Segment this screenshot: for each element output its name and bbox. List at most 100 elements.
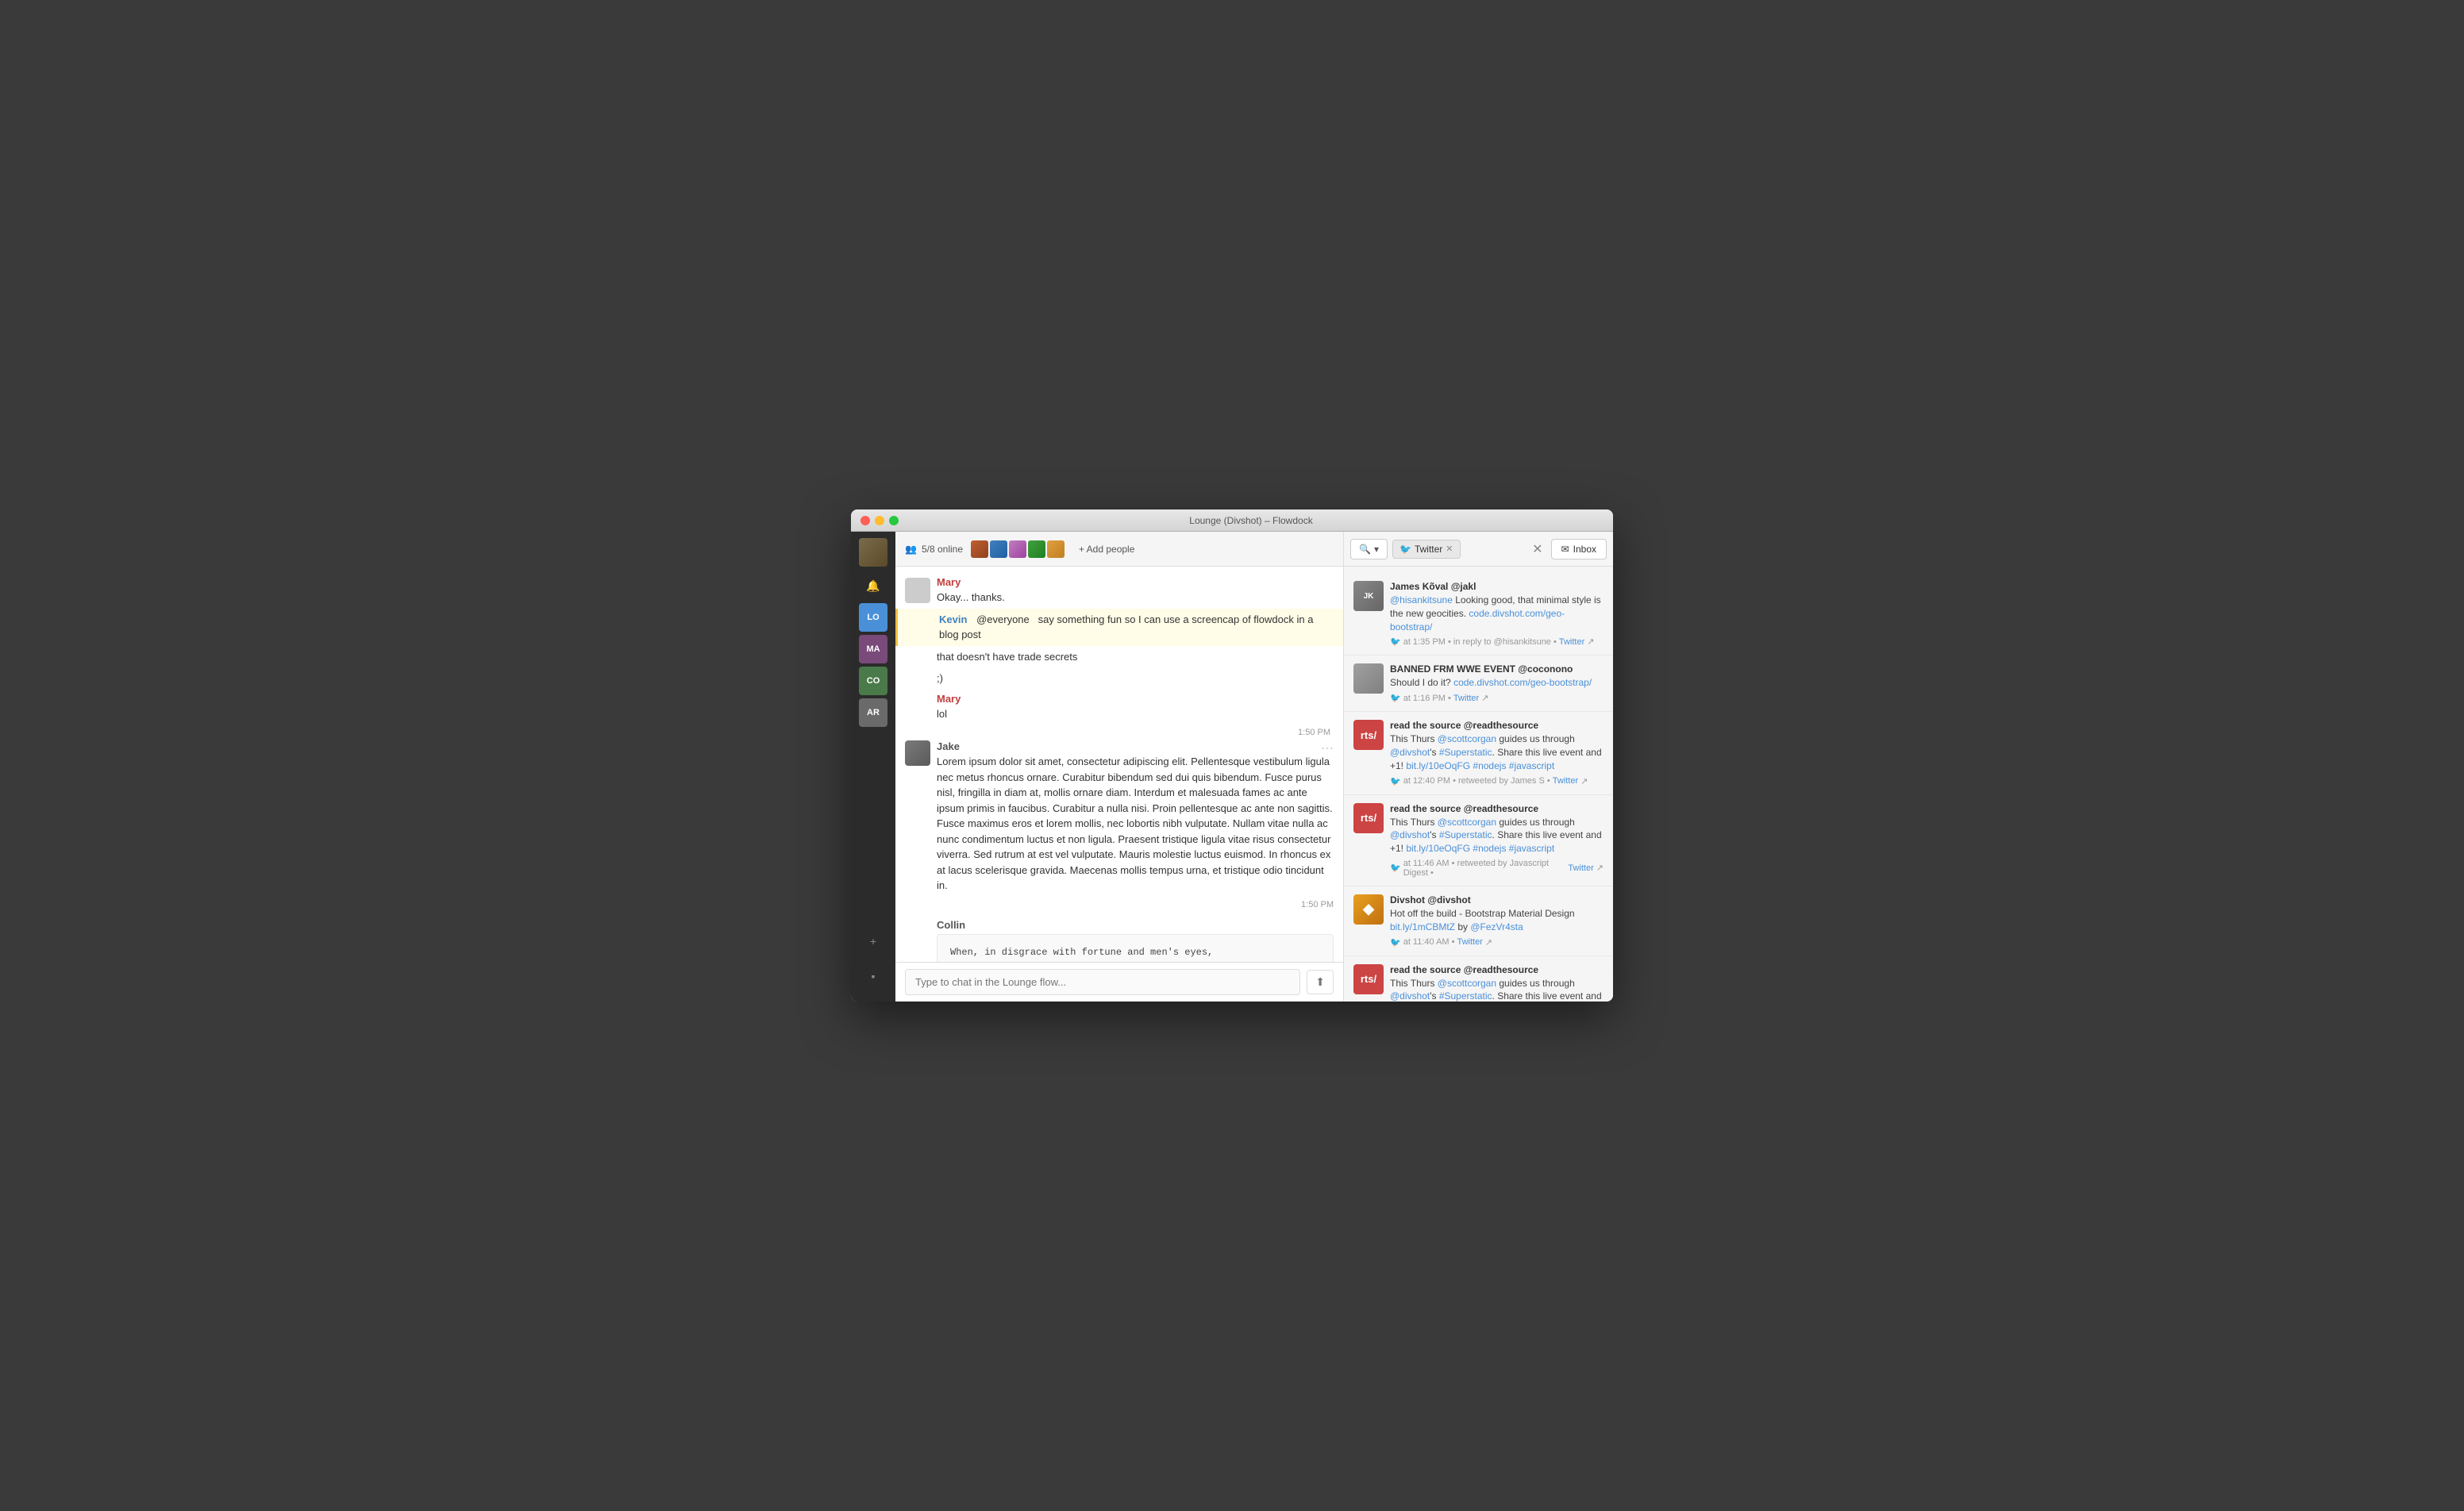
message-body: Mary lol	[937, 693, 1334, 722]
message-text: Okay... thanks.	[937, 590, 1334, 606]
avatar	[905, 578, 930, 603]
external-link-icon: ↗	[1580, 776, 1588, 786]
tweet-text: Hot off the build - Bootstrap Material D…	[1390, 907, 1604, 934]
maximize-button[interactable]	[889, 516, 899, 525]
twitter-feed: JK James Kõval @jakl @hisankitsune Looki…	[1344, 567, 1613, 1002]
tweet-meta: 🐦 at 1:16 PM • Twitter ↗	[1390, 693, 1604, 703]
member-avatar-3	[1009, 540, 1026, 558]
mention: @hisankitsune	[1390, 594, 1453, 606]
send-button[interactable]: ⬆	[1307, 970, 1334, 994]
twitter-panel: 🔍 ▾ 🐦 Twitter ✕ ✕ ✉ Inbox	[1343, 532, 1613, 1002]
message-text: @everyone say something fun so I can use…	[939, 613, 1313, 641]
members-info: 👥 5/8 online	[905, 544, 963, 555]
members-avatars	[971, 540, 1065, 558]
more-options-icon[interactable]: ⋯	[1321, 740, 1334, 756]
tweet-body: read the source @readthesource This Thur…	[1390, 964, 1604, 1002]
twitter-source-link[interactable]: Twitter	[1457, 937, 1483, 947]
external-link-icon: ↗	[1587, 636, 1594, 647]
twitter-source-link[interactable]: Twitter	[1453, 694, 1479, 703]
square-icon: ▪	[872, 970, 876, 982]
table-row: ;)	[895, 667, 1343, 690]
twitter-bird-small: 🐦	[1399, 544, 1411, 555]
tweet-username: read the source @readthesource	[1390, 720, 1604, 731]
chat-input-area: ⬆	[895, 962, 1343, 1002]
member-avatar-5	[1047, 540, 1065, 558]
tweet-link[interactable]: bit.ly/10eOqFG	[1406, 760, 1470, 771]
message-time: 1:50 PM	[1301, 900, 1334, 909]
table-row: that doesn't have trade secrets	[895, 646, 1343, 668]
twitter-source-link[interactable]: Twitter	[1568, 863, 1593, 873]
window-controls	[860, 516, 899, 525]
sidebar-bottom: + ▪	[859, 925, 887, 998]
member-avatar-2	[990, 540, 1007, 558]
twitter-source-link[interactable]: Twitter	[1553, 776, 1578, 786]
table-row: 1:50 PM Collin When, in disgrace with fo…	[895, 897, 1343, 963]
external-link-icon: ↗	[1481, 693, 1488, 703]
list-item: rts/ read the source @readthesource This…	[1344, 712, 1613, 794]
avatar-image	[859, 538, 887, 567]
tweet-link[interactable]: bit.ly/1mCBMtZ	[1390, 921, 1455, 932]
tweet-time: at 1:16 PM •	[1403, 694, 1451, 703]
add-people-button[interactable]: + Add people	[1072, 540, 1141, 558]
twitter-bird-icon: 🐦	[1390, 693, 1401, 703]
app-body: 🔔 LO MA CO AR + ▪	[851, 532, 1613, 1002]
tweet-username: read the source @readthesource	[1390, 803, 1604, 814]
tweet-username: read the source @readthesource	[1390, 964, 1604, 975]
list-item: BANNED FRM WWE EVENT @coconono Should I …	[1344, 656, 1613, 712]
list-item: ◆ Divshot @divshot Hot off the build - B…	[1344, 886, 1613, 956]
search-button[interactable]: 🔍 ▾	[1350, 539, 1388, 559]
table-row: Mary lol	[895, 690, 1343, 725]
message-sender: Jake	[937, 740, 1334, 752]
tweet-link[interactable]: code.divshot.com/geo-bootstrap/	[1453, 677, 1592, 688]
chat-area: 👥 5/8 online + Add people	[895, 532, 1343, 1002]
members-count: 5/8 online	[922, 544, 963, 555]
message-text: lol	[937, 706, 1334, 722]
message-body: that doesn't have trade secrets	[937, 649, 1334, 665]
user-avatar[interactable]	[859, 538, 887, 567]
poetry-block: When, in disgrace with fortune and men's…	[937, 934, 1334, 963]
message-body: Collin When, in disgrace with fortune an…	[937, 919, 1334, 963]
titlebar: Lounge (Divshot) – Flowdock	[851, 509, 1613, 532]
close-panel-button[interactable]: ✕	[1529, 538, 1546, 560]
close-button[interactable]	[860, 516, 870, 525]
tweet-meta: 🐦 at 11:40 AM • Twitter ↗	[1390, 937, 1604, 948]
tweet-link[interactable]: bit.ly/10eOqFG	[1406, 843, 1470, 854]
inbox-button[interactable]: ✉ Inbox	[1551, 539, 1607, 559]
sidebar-item-ar[interactable]: AR	[859, 698, 887, 727]
sidebar-label-co: CO	[867, 676, 880, 686]
twitter-bird-icon: 🐦	[1390, 863, 1401, 873]
twitter-filter-tag: 🐦 Twitter ✕	[1392, 540, 1461, 559]
tweet-time: at 11:40 AM •	[1403, 937, 1455, 947]
twitter-bird-icon: 🐦	[1390, 937, 1401, 948]
sidebar-icon-bell[interactable]: 🔔	[859, 571, 887, 600]
message-sender: Collin	[937, 919, 1334, 931]
member-avatar-1	[971, 540, 988, 558]
twitter-source-link[interactable]: Twitter	[1559, 637, 1584, 647]
chat-input[interactable]	[905, 969, 1300, 995]
minimize-button[interactable]	[875, 516, 884, 525]
sidebar-item-lo[interactable]: LO	[859, 603, 887, 632]
settings-button[interactable]: ▪	[859, 962, 887, 990]
sidebar-label-lo: LO	[867, 613, 879, 622]
tweet-avatar: rts/	[1353, 964, 1384, 994]
message-sender: Kevin	[939, 613, 967, 625]
app-window: Lounge (Divshot) – Flowdock 🔔 LO MA CO A…	[851, 509, 1613, 1002]
tweet-body: read the source @readthesource This Thur…	[1390, 720, 1604, 786]
tweet-avatar: JK	[1353, 581, 1384, 611]
messages-container: Mary Okay... thanks. Kevin @everyone say…	[895, 567, 1343, 962]
tweet-text: This Thurs @scottcorgan guides us throug…	[1390, 732, 1604, 772]
add-flow-button[interactable]: +	[859, 927, 887, 955]
list-item: JK James Kõval @jakl @hisankitsune Looki…	[1344, 573, 1613, 656]
table-row: Kevin @everyone say something fun so I c…	[895, 609, 1343, 646]
chat-header: 👥 5/8 online + Add people	[895, 532, 1343, 567]
external-link-icon: ↗	[1485, 937, 1492, 948]
sidebar-item-co[interactable]: CO	[859, 667, 887, 695]
tweet-body: Divshot @divshot Hot off the build - Boo…	[1390, 894, 1604, 948]
remove-tag-button[interactable]: ✕	[1446, 544, 1453, 554]
tweet-username: James Kõval @jakl	[1390, 581, 1604, 592]
tweet-time: at 11:46 AM • retweeted by Javascript Di…	[1403, 859, 1566, 878]
tweet-meta: 🐦 at 1:35 PM • in reply to @hisankitsune…	[1390, 636, 1604, 647]
message-body: ;)	[937, 671, 1334, 686]
list-item: rts/ read the source @readthesource This…	[1344, 956, 1613, 1002]
sidebar-item-ma[interactable]: MA	[859, 635, 887, 663]
